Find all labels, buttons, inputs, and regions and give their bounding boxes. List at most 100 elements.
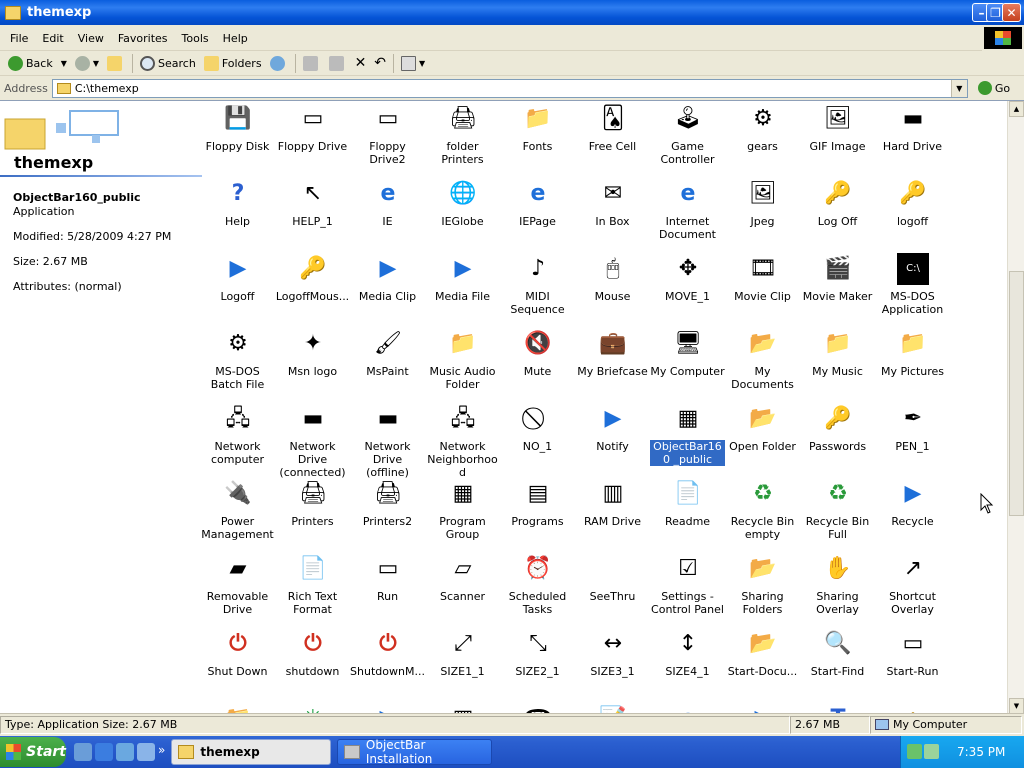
delete-button[interactable]: ✕ xyxy=(351,53,371,74)
file-item-music-audio-folder[interactable]: 📁 Music Audio Folder xyxy=(425,272,500,392)
menu-tools[interactable]: Tools xyxy=(175,32,216,45)
copy-to-button[interactable] xyxy=(325,53,351,74)
chevron-right-icon[interactable]: » xyxy=(158,743,165,761)
file-item-run[interactable]: ▭ Run xyxy=(350,497,425,604)
file-item-network-drive-connected[interactable]: ▬ Network Drive (connected) xyxy=(275,347,350,480)
file-item-mspaint[interactable]: 🖌 MsPaint xyxy=(350,272,425,379)
file-item-logoff[interactable]: ▶ Logoff xyxy=(200,197,275,304)
address-dropdown-button[interactable]: ▼ xyxy=(950,79,967,97)
back-button[interactable]: Back ▼ xyxy=(4,53,71,74)
file-item-floppy-disk[interactable]: 💾 Floppy Disk xyxy=(200,101,275,154)
scroll-up-button[interactable]: ▲ xyxy=(1009,101,1024,117)
file-item-folder-printers[interactable]: 🖨 folder Printers xyxy=(425,101,500,167)
menu-view[interactable]: View xyxy=(71,32,111,45)
file-item-start-find[interactable]: 🔍 Start-Find xyxy=(800,572,875,679)
file-item-item-81[interactable]: ✳ xyxy=(275,647,350,714)
file-item-item-84[interactable]: ☎ xyxy=(500,647,575,714)
file-item-floppy-drive2[interactable]: ▭ Floppy Drive2 xyxy=(350,101,425,167)
file-item-item-83[interactable]: ▦ xyxy=(425,647,500,714)
file-item-internet-document[interactable]: e Internet Document xyxy=(650,122,725,242)
file-item-hard-drive[interactable]: ▬ Hard Drive xyxy=(875,101,950,154)
file-item-start-docu[interactable]: 📂 Start-Docu... xyxy=(725,572,800,679)
file-item-recycle-bin-empty[interactable]: ♻ Recycle Bin empty xyxy=(725,422,800,542)
file-item-item-82[interactable]: ▶ xyxy=(350,647,425,714)
file-item-start-run[interactable]: ▭ Start-Run xyxy=(875,572,950,679)
file-item-gears[interactable]: ⚙ gears xyxy=(725,101,800,154)
file-item-fonts[interactable]: 📁 Fonts xyxy=(500,101,575,154)
menu-file[interactable]: File xyxy=(3,32,35,45)
media-player-icon[interactable] xyxy=(137,743,155,761)
file-item-program-group[interactable]: ▦ Program Group xyxy=(425,422,500,542)
undo-button[interactable]: ↶ xyxy=(370,53,390,74)
file-item-iepage[interactable]: e IEPage xyxy=(500,122,575,229)
file-item-shutdown[interactable]: ⏻ shutdown xyxy=(275,572,350,679)
file-item-ram-drive[interactable]: ▥ RAM Drive xyxy=(575,422,650,529)
up-button[interactable] xyxy=(103,53,129,74)
file-item-movie-clip[interactable]: 🎞 Movie Clip xyxy=(725,197,800,304)
file-item-printers2[interactable]: 🖨 Printers2 xyxy=(350,422,425,529)
show-desktop-icon[interactable] xyxy=(74,743,92,761)
file-item-size1-1[interactable]: ⤢ SIZE1_1 xyxy=(425,572,500,679)
file-item-printers[interactable]: 🖨 Printers xyxy=(275,422,350,529)
file-item-log-off[interactable]: 🔑 Log Off xyxy=(800,122,875,229)
file-item-ie[interactable]: e IE xyxy=(350,122,425,229)
file-item-in-box[interactable]: ✉ In Box xyxy=(575,122,650,229)
file-item-rich-text-format[interactable]: 📄 Rich Text Format xyxy=(275,497,350,617)
file-item-move-1[interactable]: ✥ MOVE_1 xyxy=(650,197,725,304)
menu-favorites[interactable]: Favorites xyxy=(111,32,175,45)
outlook-icon[interactable] xyxy=(116,743,134,761)
address-input[interactable]: C:\themexp ▼ xyxy=(51,78,968,98)
file-item-floppy-drive[interactable]: ▭ Floppy Drive xyxy=(275,101,350,154)
file-item-shut-down[interactable]: ⏻ Shut Down xyxy=(200,572,275,679)
file-item-recycle[interactable]: ▶ Recycle xyxy=(875,422,950,529)
file-item-power-management[interactable]: 🔌 Power Management xyxy=(200,422,275,542)
file-item-shortcut-overlay[interactable]: ↗ Shortcut Overlay xyxy=(875,497,950,617)
go-button[interactable]: Go xyxy=(977,81,1010,95)
file-item-ieglobe[interactable]: 🌐 IEGlobe xyxy=(425,122,500,229)
file-item-open-folder[interactable]: 📂 Open Folder xyxy=(725,347,800,454)
file-item-my-music[interactable]: 📁 My Music xyxy=(800,272,875,379)
title-bar[interactable]: themexp – ❐ ✕ xyxy=(0,0,1024,25)
file-item-size2-1[interactable]: ⤡ SIZE2_1 xyxy=(500,572,575,679)
file-item-pen-1[interactable]: ✒ PEN_1 xyxy=(875,347,950,454)
folders-button[interactable]: Folders xyxy=(200,53,266,74)
file-item-ms-dos-batch-file[interactable]: ⚙ MS-DOS Batch File xyxy=(200,272,275,392)
file-item-ms-dos-application[interactable]: C:\ MS-DOS Application xyxy=(875,197,950,316)
file-item-my-computer[interactable]: 🖥 My Computer xyxy=(650,272,725,379)
file-item-logoffmous[interactable]: 🔑 LogoffMous... xyxy=(275,197,350,304)
file-item-item-89[interactable]: ⏏ xyxy=(875,647,950,714)
file-item-network-drive-offline[interactable]: ▬ Network Drive (offline) xyxy=(350,347,425,480)
file-item-help-1[interactable]: ↖ HELP_1 xyxy=(275,122,350,229)
file-item-midi-sequence[interactable]: ♪ MIDI Sequence xyxy=(500,197,575,317)
tray-app-icon[interactable] xyxy=(924,744,939,759)
file-item-movie-maker[interactable]: 🎬 Movie Maker xyxy=(800,197,875,304)
menu-help[interactable]: Help xyxy=(216,32,255,45)
file-item-jpeg[interactable]: 🖼 Jpeg xyxy=(725,122,800,229)
file-item-removable-drive[interactable]: ▰ Removable Drive xyxy=(200,497,275,617)
menu-edit[interactable]: Edit xyxy=(35,32,70,45)
file-item-passwords[interactable]: 🔑 Passwords xyxy=(800,347,875,454)
file-item-item-88[interactable]: T xyxy=(800,647,875,714)
ie-icon[interactable] xyxy=(95,743,113,761)
clock[interactable]: 7:35 PM xyxy=(957,745,1005,759)
file-item-mute[interactable]: 🔇 Mute xyxy=(500,272,575,379)
network-tray-icon[interactable] xyxy=(907,744,922,759)
file-item-help[interactable]: ? Help xyxy=(200,122,275,229)
history-button[interactable] xyxy=(266,53,292,74)
file-item-shutdownm[interactable]: ⏻ ShutdownM... xyxy=(350,572,425,679)
close-button[interactable]: ✕ xyxy=(1002,3,1021,22)
file-item-programs[interactable]: ▤ Programs xyxy=(500,422,575,529)
file-item-free-cell[interactable]: 🂡 Free Cell xyxy=(575,101,650,154)
file-item-settings-control-panel[interactable]: ☑ Settings - Control Panel xyxy=(650,497,725,617)
file-item-my-pictures[interactable]: 📁 My Pictures xyxy=(875,272,950,379)
file-item-readme[interactable]: 📄 Readme xyxy=(650,422,725,529)
taskbar-button-objectbar-installation[interactable]: ObjectBar Installation xyxy=(337,738,493,766)
file-item-mouse[interactable]: 🖱 Mouse xyxy=(575,197,650,304)
scroll-thumb[interactable] xyxy=(1009,271,1024,516)
file-item-sharing-overlay[interactable]: ✋ Sharing Overlay xyxy=(800,497,875,617)
file-item-scheduled-tasks[interactable]: ⏰ Scheduled Tasks xyxy=(500,497,575,617)
search-button[interactable]: Search xyxy=(136,53,200,74)
file-item-media-clip[interactable]: ▶ Media Clip xyxy=(350,197,425,304)
file-item-my-documents[interactable]: 📂 My Documents xyxy=(725,272,800,392)
file-item-my-briefcase[interactable]: 💼 My Briefcase xyxy=(575,272,650,379)
